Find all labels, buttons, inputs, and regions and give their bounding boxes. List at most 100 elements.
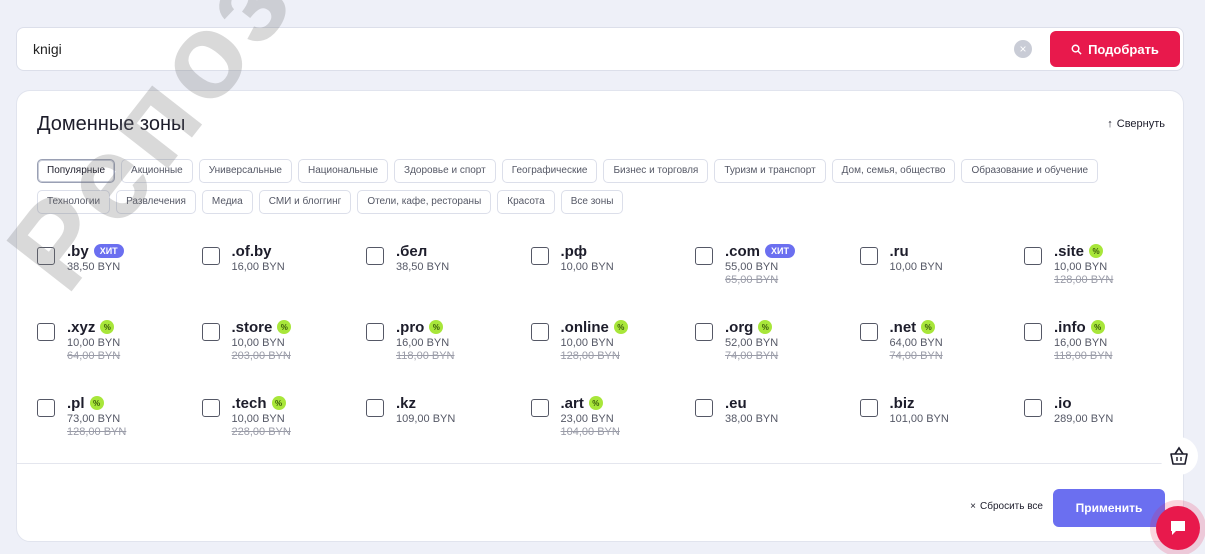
tag-0[interactable]: Популярные: [37, 159, 116, 183]
domain-price: 16,00 BYN: [396, 337, 450, 349]
domain-name-row: .tech%: [232, 393, 291, 413]
domain-item[interactable]: .art% 23,00 BYN 104,00 BYN: [530, 393, 696, 461]
tag-9[interactable]: Образование и обучение: [961, 159, 1099, 183]
chat-button[interactable]: [1156, 506, 1200, 550]
domain-checkbox[interactable]: [366, 247, 384, 265]
domain-price: 73,00 BYN: [67, 413, 121, 425]
domain-checkbox[interactable]: [1024, 323, 1042, 341]
domain-price: 109,00 BYN: [396, 413, 456, 425]
sale-badge-icon: %: [277, 320, 292, 334]
domain-checkbox[interactable]: [695, 323, 713, 341]
domain-old-price: 203,00 BYN: [231, 350, 291, 362]
domain-checkbox[interactable]: [201, 323, 220, 341]
reset-button[interactable]: × Сбросить все: [970, 501, 1043, 512]
domain-name: .рф: [560, 242, 587, 260]
tag-4[interactable]: Здоровье и спорт: [394, 159, 496, 183]
sale-badge-icon: %: [921, 320, 936, 334]
domain-checkbox[interactable]: [201, 399, 220, 417]
domain-checkbox[interactable]: [695, 399, 713, 417]
domain-checkbox[interactable]: [859, 247, 878, 265]
domain-item[interactable]: .pro% 16,00 BYN 118,00 BYN: [366, 317, 531, 385]
domain-price: 64,00 BYN: [889, 337, 943, 349]
domain-checkbox[interactable]: [530, 247, 549, 265]
domain-checkbox[interactable]: [366, 399, 384, 417]
domain-item[interactable]: .xyz% 10,00 BYN 64,00 BYN: [37, 317, 202, 385]
domain-checkbox[interactable]: [1024, 399, 1042, 417]
domain-item[interactable]: .com ХИТ 55,00 BYN 65,00 BYN: [695, 241, 860, 309]
domain-zones-panel: Доменные зоны ↑ Свернуть Популярные Акцио…: [16, 90, 1184, 542]
tag-5[interactable]: Географические: [501, 159, 598, 183]
tag-12[interactable]: Медиа: [201, 190, 253, 214]
domain-item[interactable]: .online% 10,00 BYN 128,00 BYN: [530, 317, 696, 385]
divider: [17, 463, 1183, 464]
tag-2[interactable]: Универсальные: [198, 159, 292, 183]
domain-item[interactable]: .org% 52,00 BYN 74,00 BYN: [695, 317, 860, 385]
search-icon: [1071, 44, 1082, 55]
tag-11[interactable]: Развлечения: [116, 190, 196, 214]
tag-15[interactable]: Красота: [497, 190, 555, 214]
domain-item[interactable]: .store% 10,00 BYN 203,00 BYN: [201, 317, 367, 385]
domain-checkbox[interactable]: [37, 247, 55, 265]
domain-old-price: 64,00 BYN: [67, 350, 121, 362]
sale-badge-icon: %: [271, 396, 286, 410]
search-input[interactable]: [17, 28, 1017, 70]
tag-3[interactable]: Национальные: [297, 159, 389, 183]
domain-name-row: .ru: [890, 241, 943, 261]
domain-checkbox[interactable]: [859, 323, 878, 341]
domain-price: 10,00 BYN: [231, 413, 285, 425]
domain-item[interactable]: .pl% 73,00 BYN 128,00 BYN: [37, 393, 202, 461]
domain-name-row: .online%: [561, 317, 628, 337]
domain-checkbox[interactable]: [695, 247, 713, 265]
tag-8[interactable]: Дом, семья, общество: [831, 159, 956, 183]
domain-item[interactable]: .рф 10,00 BYN: [530, 241, 696, 309]
domain-item[interactable]: .site% 10,00 BYN 128,00 BYN: [1024, 241, 1189, 309]
domain-checkbox[interactable]: [37, 323, 55, 341]
domain-item[interactable]: .бел 38,50 BYN: [366, 241, 531, 309]
domain-item[interactable]: .by ХИТ 38,50 BYN: [37, 241, 202, 309]
tag-7[interactable]: Туризм и транспорт: [714, 159, 826, 183]
domain-item[interactable]: .eu 38,00 BYN: [695, 393, 860, 461]
sale-badge-icon: %: [613, 320, 628, 334]
domain-name: .site: [1054, 242, 1085, 260]
domain-info: .biz 101,00 BYN: [890, 393, 949, 461]
domain-item[interactable]: .info% 16,00 BYN 118,00 BYN: [1024, 317, 1189, 385]
tag-6[interactable]: Бизнес и торговля: [603, 159, 709, 183]
domain-price: 23,00 BYN: [560, 413, 614, 425]
domain-checkbox[interactable]: [1024, 247, 1042, 265]
domain-item[interactable]: .tech% 10,00 BYN 228,00 BYN: [201, 393, 367, 461]
domain-name: .com: [725, 242, 761, 260]
domain-item[interactable]: .biz 101,00 BYN: [859, 393, 1025, 461]
domain-price: 10,00 BYN: [67, 337, 121, 349]
domain-checkbox[interactable]: [530, 323, 549, 341]
pick-button[interactable]: Подобрать: [1050, 31, 1180, 67]
domain-info: .online% 10,00 BYN 128,00 BYN: [561, 317, 628, 385]
domain-price: 10,00 BYN: [889, 261, 943, 273]
domain-checkbox[interactable]: [366, 323, 384, 341]
domain-checkbox[interactable]: [37, 399, 55, 417]
apply-button[interactable]: Применить: [1053, 489, 1165, 527]
domain-name: .info: [1054, 318, 1086, 336]
domain-name-row: .net%: [890, 317, 943, 337]
domain-item[interactable]: .kz 109,00 BYN: [366, 393, 531, 461]
tag-13[interactable]: СМИ и блоггинг: [258, 190, 352, 214]
domain-grid: .by ХИТ 38,50 BYN .of.by 16,00 BYN .бел 38,50 …: [37, 241, 1177, 461]
zone-tags: Популярные Акционные Универсальные Национал…: [37, 159, 1137, 214]
domain-item[interactable]: .of.by 16,00 BYN: [201, 241, 367, 309]
domain-item[interactable]: .net% 64,00 BYN 74,00 BYN: [859, 317, 1025, 385]
collapse-button[interactable]: ↑ Свернуть: [1107, 118, 1165, 130]
domain-checkbox[interactable]: [201, 247, 220, 265]
domain-checkbox[interactable]: [530, 399, 549, 417]
domain-info: .kz 109,00 BYN: [396, 393, 455, 461]
hit-badge: ХИТ: [93, 244, 124, 258]
cart-button[interactable]: [1160, 437, 1198, 475]
domain-checkbox[interactable]: [859, 399, 878, 417]
domain-item[interactable]: .ru 10,00 BYN: [859, 241, 1025, 309]
domain-name: .store: [231, 318, 273, 336]
domain-info: .art% 23,00 BYN 104,00 BYN: [561, 393, 620, 461]
domain-name-row: .eu: [725, 393, 778, 413]
close-icon[interactable]: ×: [1014, 40, 1032, 58]
tag-10[interactable]: Технологии: [37, 190, 111, 214]
tag-1[interactable]: Акционные: [121, 159, 193, 183]
tag-14[interactable]: Отели, кафе, рестораны: [357, 190, 492, 214]
tag-16[interactable]: Все зоны: [560, 190, 624, 214]
